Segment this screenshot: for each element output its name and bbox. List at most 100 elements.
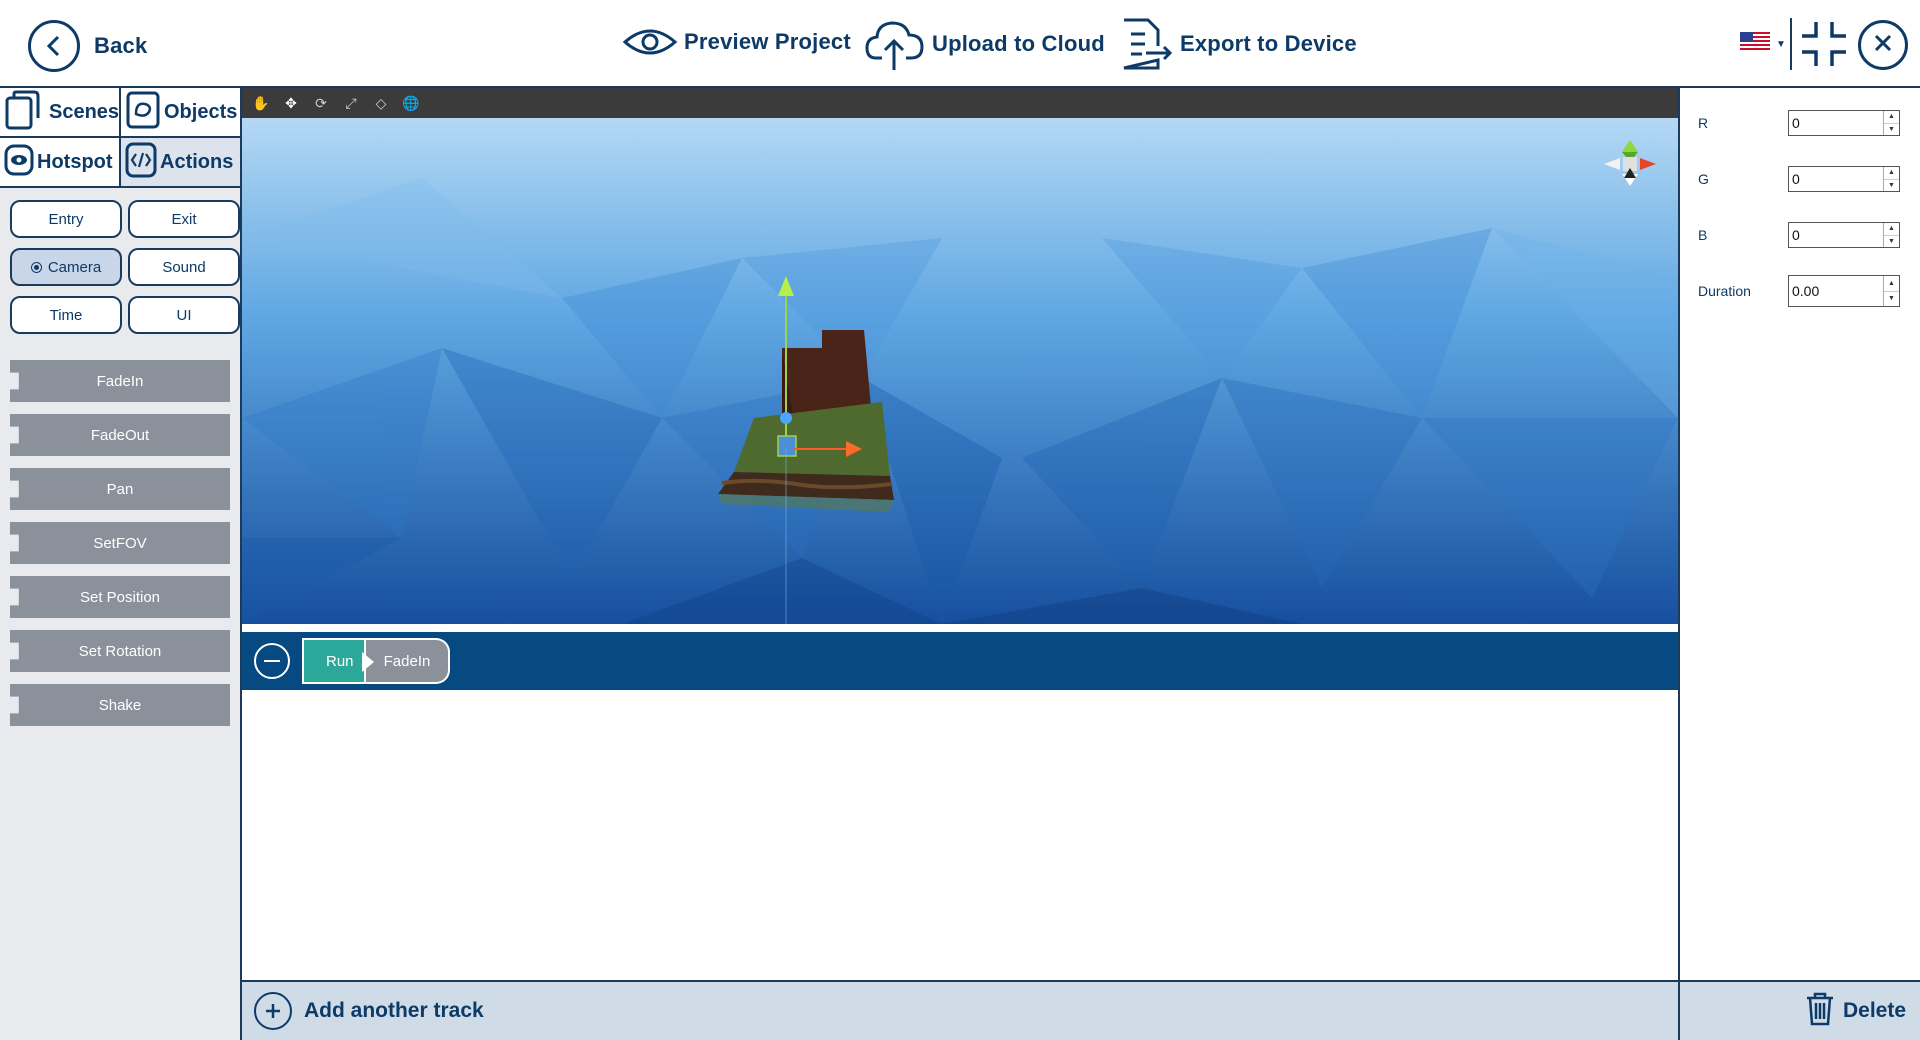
action-shake-block[interactable]: Shake xyxy=(10,684,230,726)
delete-label: Delete xyxy=(1842,999,1906,1022)
type-sound-button[interactable]: Sound xyxy=(128,248,240,286)
g-value: 0 xyxy=(1792,171,1800,187)
r-input[interactable]: 0 ▲ ▼ xyxy=(1788,110,1900,136)
minus-icon xyxy=(264,660,280,662)
us-flag-icon xyxy=(1740,32,1770,57)
type-exit-button[interactable]: Exit xyxy=(128,200,240,238)
type-entry-label: Entry xyxy=(48,210,84,228)
upload-to-cloud-label: Upload to Cloud xyxy=(932,31,1105,56)
spinner-buttons[interactable]: ▲ ▼ xyxy=(1883,223,1899,247)
timeline-block-label: FadeIn xyxy=(383,652,431,670)
properties-panel: R 0 ▲ ▼ G 0 ▲ ▼ B 0 ▲ ▼ Duration 0.00 ▲ ▼ xyxy=(1678,88,1920,980)
plus-icon xyxy=(254,992,292,1030)
action-setfov-block[interactable]: SetFOV xyxy=(10,522,230,564)
property-label: B xyxy=(1698,227,1708,243)
tab-actions[interactable]: Actions xyxy=(121,138,242,188)
duration-input[interactable]: 0.00 ▲ ▼ xyxy=(1788,275,1900,307)
type-ui-label: UI xyxy=(176,306,192,324)
action-set-rotation-block[interactable]: Set Rotation xyxy=(10,630,230,672)
type-time-button[interactable]: Time xyxy=(10,296,122,334)
code-icon xyxy=(125,141,157,184)
action-set-position-block[interactable]: Set Position xyxy=(10,576,230,618)
radio-selected-icon xyxy=(30,261,42,273)
spin-down-icon[interactable]: ▼ xyxy=(1884,124,1899,136)
action-label: Pan xyxy=(106,480,134,498)
eye-icon xyxy=(4,142,34,183)
type-entry-button[interactable]: Entry xyxy=(10,200,122,238)
action-label: Set Rotation xyxy=(78,642,162,660)
action-label: FadeIn xyxy=(96,372,144,390)
play-arrow-icon xyxy=(362,652,374,672)
export-to-device-label: Export to Device xyxy=(1180,31,1357,56)
spin-up-icon[interactable]: ▲ xyxy=(1884,111,1899,124)
action-label: Shake xyxy=(98,696,142,714)
timeline-fadein-block[interactable]: FadeIn xyxy=(366,638,450,684)
property-label: G xyxy=(1698,171,1709,187)
tab-actions-label: Actions xyxy=(160,150,234,173)
action-label: SetFOV xyxy=(93,534,147,552)
type-sound-label: Sound xyxy=(162,258,206,276)
viewport-divider xyxy=(242,624,1678,632)
scenes-icon xyxy=(4,90,46,135)
top-bar: Back Preview Project Upload to Cloud Exp… xyxy=(0,0,1920,88)
chevron-down-icon: ▼ xyxy=(1776,39,1786,50)
action-block-list: FadeIn FadeOut Pan SetFOV Set Position S… xyxy=(0,334,240,726)
type-ui-button[interactable]: UI xyxy=(128,296,240,334)
category-tabs: Scenes Objects Hotspot Actions xyxy=(0,88,242,188)
scene-viewport[interactable] xyxy=(242,118,1678,624)
tab-objects[interactable]: Objects xyxy=(121,88,242,138)
tab-hotspot-label: Hotspot xyxy=(37,150,113,173)
type-camera-button[interactable]: Camera xyxy=(10,248,122,286)
r-value: 0 xyxy=(1792,115,1800,131)
action-label: FadeOut xyxy=(90,426,150,444)
move-tool-icon[interactable]: ✥ xyxy=(282,94,300,112)
property-label: R xyxy=(1698,115,1709,131)
property-r: R 0 ▲ ▼ xyxy=(1698,110,1900,136)
exit-fullscreen-icon xyxy=(1800,22,1848,72)
left-panel: Scenes Objects Hotspot Actions Entry Exi… xyxy=(0,88,242,1040)
scale-tool-icon[interactable]: ⤢ xyxy=(342,94,360,112)
spin-down-icon[interactable]: ▼ xyxy=(1884,236,1899,248)
language-selector[interactable]: ▼ xyxy=(1740,32,1786,57)
action-label: Set Position xyxy=(79,588,161,606)
action-fadein-block[interactable]: FadeIn xyxy=(10,360,230,402)
rect-tool-icon[interactable]: ◇ xyxy=(372,94,390,112)
export-document-icon xyxy=(1118,16,1174,72)
tab-scenes[interactable]: Scenes xyxy=(0,88,121,138)
timeline-empty-area[interactable] xyxy=(242,690,1678,980)
spin-up-icon[interactable]: ▲ xyxy=(1884,167,1899,180)
upload-to-cloud-button[interactable]: Upload to Cloud xyxy=(864,16,1105,72)
add-track-button[interactable]: Add another track xyxy=(242,980,1678,1040)
remove-track-button[interactable] xyxy=(254,643,290,679)
timeline-track: Run FadeIn xyxy=(242,632,1678,690)
back-button[interactable]: Back xyxy=(28,20,147,72)
property-duration: Duration 0.00 ▲ ▼ xyxy=(1698,275,1900,307)
exit-fullscreen-button[interactable] xyxy=(1800,20,1848,73)
g-input[interactable]: 0 ▲ ▼ xyxy=(1788,166,1900,192)
spin-up-icon[interactable]: ▲ xyxy=(1884,276,1899,292)
spinner-buttons[interactable]: ▲ ▼ xyxy=(1883,276,1899,306)
rotate-tool-icon[interactable]: ⟳ xyxy=(312,94,330,112)
spin-down-icon[interactable]: ▼ xyxy=(1884,292,1899,307)
run-label: Run xyxy=(326,652,354,670)
hand-tool-icon[interactable]: ✋ xyxy=(252,94,270,112)
close-button[interactable] xyxy=(1858,20,1908,70)
delete-button[interactable]: Delete xyxy=(1678,980,1920,1040)
add-track-label: Add another track xyxy=(304,999,484,1022)
global-toggle-icon[interactable]: 🌐 xyxy=(402,94,420,112)
divider xyxy=(1790,18,1792,70)
spinner-buttons[interactable]: ▲ ▼ xyxy=(1883,167,1899,191)
action-fadeout-block[interactable]: FadeOut xyxy=(10,414,230,456)
spin-up-icon[interactable]: ▲ xyxy=(1884,223,1899,236)
property-g: G 0 ▲ ▼ xyxy=(1698,166,1900,192)
preview-project-button[interactable]: Preview Project xyxy=(622,22,851,62)
tab-hotspot[interactable]: Hotspot xyxy=(0,138,121,188)
spin-down-icon[interactable]: ▼ xyxy=(1884,180,1899,192)
property-label: Duration xyxy=(1698,283,1751,299)
run-block[interactable]: Run xyxy=(302,638,374,684)
scene-render xyxy=(242,118,1678,624)
export-to-device-button[interactable]: Export to Device xyxy=(1118,16,1357,72)
action-pan-block[interactable]: Pan xyxy=(10,468,230,510)
spinner-buttons[interactable]: ▲ ▼ xyxy=(1883,111,1899,135)
b-input[interactable]: 0 ▲ ▼ xyxy=(1788,222,1900,248)
